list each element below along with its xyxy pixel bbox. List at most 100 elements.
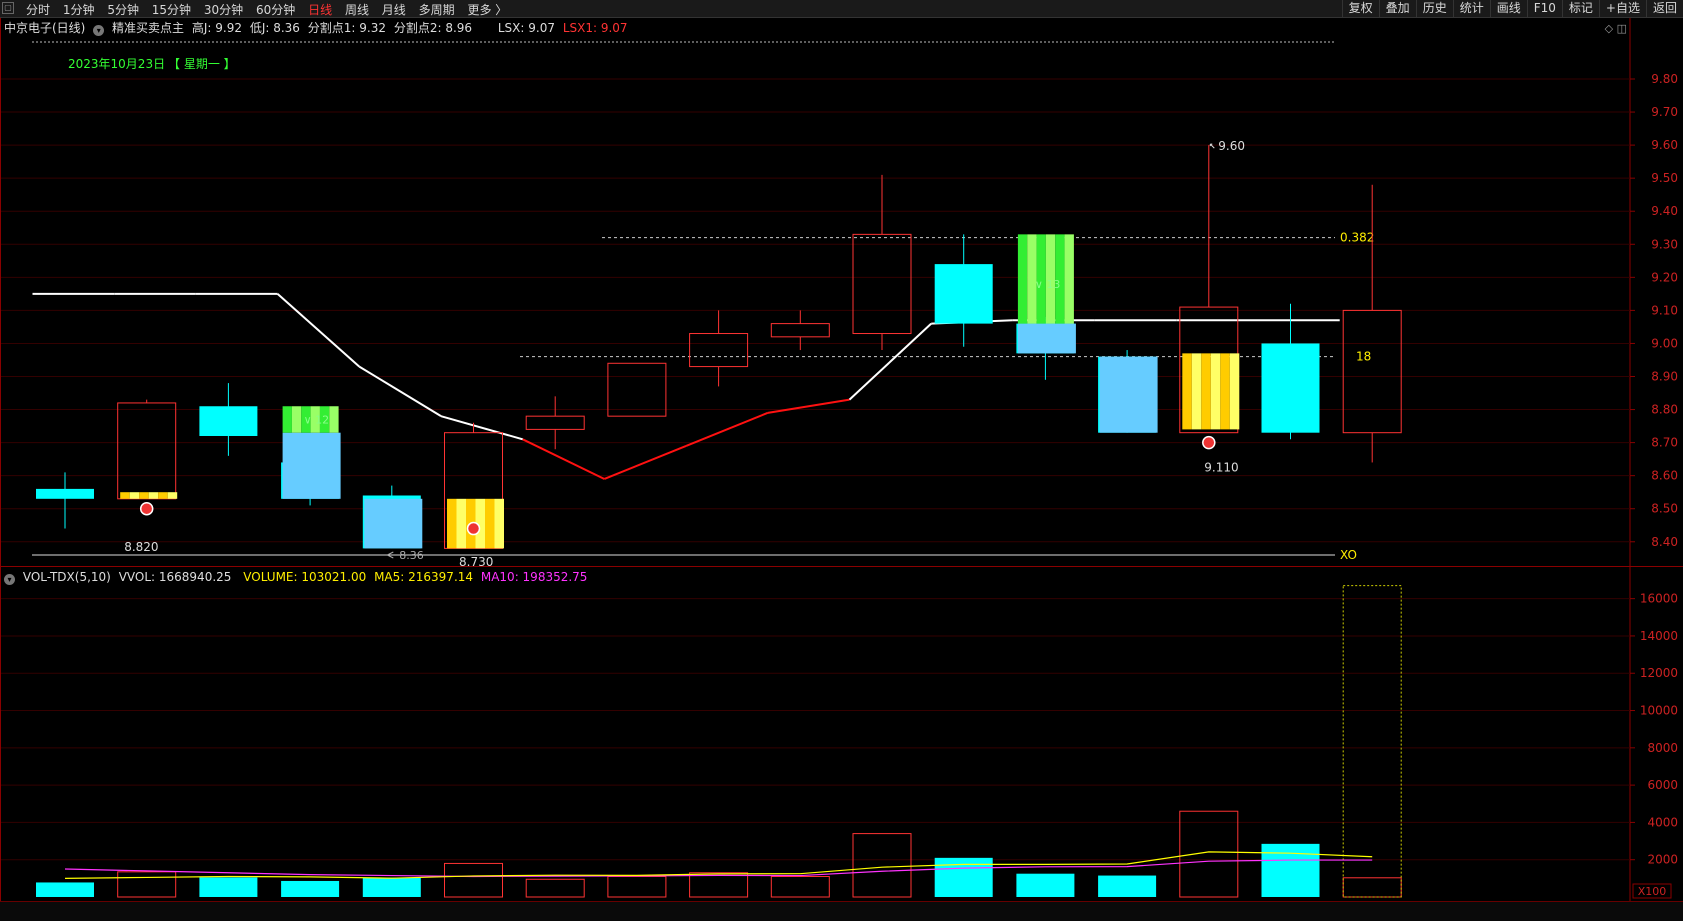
candle[interactable] xyxy=(852,174,912,351)
diamond-icon[interactable]: ◇ xyxy=(1605,22,1613,35)
lightblue-bar xyxy=(1017,323,1076,354)
candle[interactable] xyxy=(525,396,585,450)
candle-body xyxy=(934,264,993,324)
split2-value: 分割点2: 8.96 xyxy=(393,21,473,35)
yellow-signal-bar-stripe xyxy=(1210,353,1221,430)
candle[interactable] xyxy=(607,362,667,417)
draw-line-button[interactable]: 画线 xyxy=(1489,0,1527,17)
candle[interactable] xyxy=(689,310,749,387)
mark-button[interactable]: 标记 xyxy=(1561,0,1599,17)
price-tick-label: 9.70 xyxy=(1651,105,1678,119)
indicator-name[interactable]: 精准买卖点主 xyxy=(112,18,184,38)
candle[interactable] xyxy=(117,399,177,500)
restore-window-icon[interactable]: ▢ xyxy=(2,2,14,14)
lsx-line-segment xyxy=(848,322,932,401)
yellow-signal-bar xyxy=(120,492,178,499)
candle[interactable] xyxy=(1342,184,1402,463)
volume-bar[interactable] xyxy=(607,875,667,898)
candle[interactable] xyxy=(199,383,258,456)
yellow-signal-bar-stripe xyxy=(494,498,504,549)
tab-fenshi[interactable]: 分时 xyxy=(26,1,50,18)
f10-button[interactable]: F10 xyxy=(1526,0,1562,17)
lsx-line-segment xyxy=(685,411,769,447)
yellow-signal-bar-stripe xyxy=(1191,353,1202,430)
volume-bar[interactable] xyxy=(525,878,585,898)
volume-value: VOLUME: 103021.00 xyxy=(243,570,367,584)
candle[interactable] xyxy=(934,234,993,347)
tab-30min[interactable]: 30分钟 xyxy=(204,1,243,18)
volume-bar[interactable] xyxy=(36,882,94,897)
lsx-line-segment xyxy=(276,293,360,368)
price-tick-label: 9.20 xyxy=(1651,270,1678,284)
candle-body xyxy=(852,233,912,335)
candle-body xyxy=(770,323,830,338)
chart-svg[interactable]: 9.80 9.70 9.60 9.50 9.40 9.30 9.20 9.10 9.00 8.90… xyxy=(0,0,1683,920)
volume-bar[interactable] xyxy=(1098,875,1157,897)
green-signal-bar-stripe xyxy=(291,406,302,433)
price-tick-label: 9.30 xyxy=(1651,237,1678,251)
yellow-signal-bar-stripe xyxy=(1220,353,1230,430)
indicator-menu-icon[interactable]: ▾ xyxy=(93,25,105,36)
lsx-line-segment xyxy=(440,415,523,441)
volume-bar[interactable] xyxy=(1179,810,1239,898)
volume-bar[interactable] xyxy=(1016,873,1075,897)
yellow-signal-bar-stripe xyxy=(447,498,457,549)
fuquan-button[interactable]: 复权 xyxy=(1341,0,1379,17)
stats-button[interactable]: 统计 xyxy=(1452,0,1490,17)
volume-tick-label: 16000 xyxy=(1640,592,1678,606)
candle[interactable] xyxy=(1261,303,1320,440)
price-tick-label: 9.40 xyxy=(1651,204,1678,218)
price-tick-label: 9.10 xyxy=(1651,303,1678,317)
low-annotation: 8.820 xyxy=(124,540,158,554)
tab-weekly[interactable]: 周线 xyxy=(345,1,369,18)
volume-tick-label: 10000 xyxy=(1640,704,1678,718)
volume-bar[interactable] xyxy=(199,877,258,897)
green-bar-label: ∨ 12 xyxy=(304,413,330,426)
lsx-line-segment xyxy=(522,438,605,480)
volume-bar[interactable] xyxy=(444,862,503,898)
back-button[interactable]: 返回 xyxy=(1645,0,1683,17)
buy-point-icon[interactable] xyxy=(1202,435,1216,450)
candle-body xyxy=(199,406,258,436)
overlay-button[interactable]: 叠加 xyxy=(1378,0,1416,17)
tab-daily[interactable]: 日线 xyxy=(308,1,332,18)
price-tick-label: 8.80 xyxy=(1651,403,1678,417)
tab-15min[interactable]: 15分钟 xyxy=(152,1,191,18)
stock-title[interactable]: 中京电子(日线) xyxy=(4,18,85,38)
xo-label: XO xyxy=(1340,548,1357,562)
volume-bar[interactable] xyxy=(770,875,830,898)
candle-body xyxy=(117,402,177,500)
tab-monthly[interactable]: 月线 xyxy=(382,1,406,18)
lsx-line-segment xyxy=(604,444,687,480)
buy-point-icon[interactable] xyxy=(139,501,154,516)
volume-bar[interactable] xyxy=(1261,843,1320,897)
history-button[interactable]: 历史 xyxy=(1415,0,1453,17)
volume-bar[interactable] xyxy=(281,880,340,897)
buy-point-icon[interactable] xyxy=(466,521,481,536)
tab-5min[interactable]: 5分钟 xyxy=(107,1,139,18)
volume-bar[interactable] xyxy=(852,833,912,898)
ma5-line xyxy=(64,851,1373,879)
tab-1min[interactable]: 1分钟 xyxy=(63,1,95,18)
volume-bar[interactable] xyxy=(934,857,993,897)
volume-bar[interactable] xyxy=(362,877,421,897)
projected-volume-bar xyxy=(1342,585,1402,898)
tab-more[interactable]: 更多 〉 xyxy=(467,1,507,18)
tab-60min[interactable]: 60分钟 xyxy=(256,1,295,18)
tab-multi-period[interactable]: 多周期 xyxy=(419,1,455,18)
volume-tick-label: 4000 xyxy=(1647,815,1678,829)
green-bar-label: ∨ 13 xyxy=(1035,278,1061,291)
panel-toggle-icon[interactable]: ◫ xyxy=(1617,22,1627,35)
volume-bar[interactable] xyxy=(689,872,749,898)
yellow-signal-bar-stripe xyxy=(1201,353,1211,430)
volume-bar[interactable] xyxy=(1342,877,1402,898)
add-watchlist-button[interactable]: +自选 xyxy=(1598,0,1646,17)
volume-bar[interactable] xyxy=(117,871,177,898)
volume-indicator-name[interactable]: VOL-TDX(5,10) xyxy=(23,567,111,587)
candle[interactable] xyxy=(36,472,94,529)
yellow-signal-bar xyxy=(1182,353,1240,430)
fib-382-label: 0.382 xyxy=(1340,231,1374,245)
candle[interactable] xyxy=(770,310,830,351)
volume-menu-icon[interactable]: ▾ xyxy=(4,574,15,585)
high-value: 高J: 9.92 xyxy=(191,21,242,35)
